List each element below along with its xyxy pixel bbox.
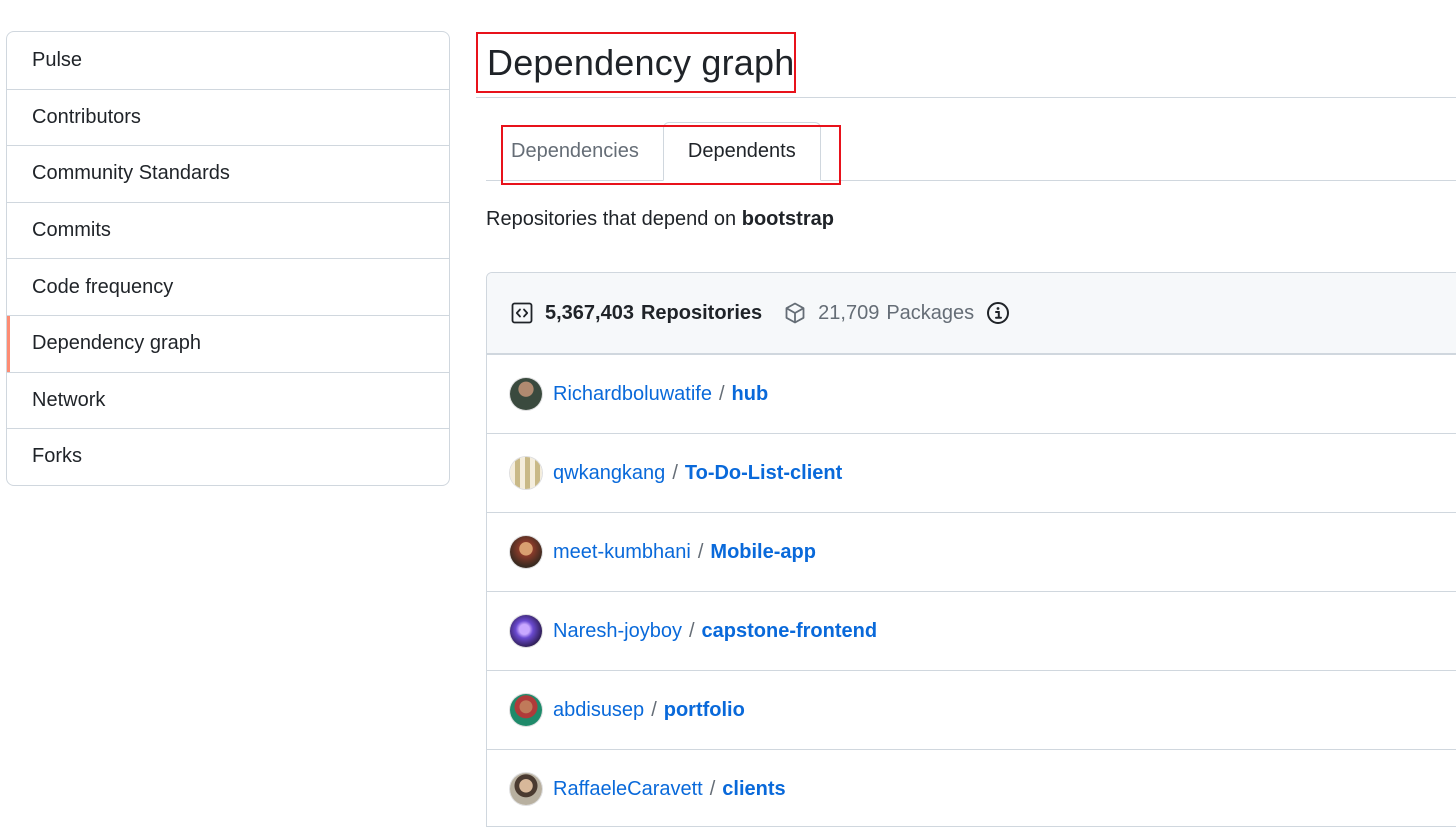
sidebar-item-contributors[interactable]: Contributors — [7, 88, 449, 146]
avatar[interactable] — [510, 378, 542, 410]
dependents-box: 5,367,403 Repositories 21,709 Packages R… — [486, 272, 1456, 827]
info-icon[interactable] — [986, 301, 1010, 325]
dependent-row: qwkangkang / To-Do-List-client — [487, 433, 1456, 512]
sidebar-item-dependency-graph[interactable]: Dependency graph — [7, 314, 449, 372]
page-title: Dependency graph — [487, 41, 795, 83]
main-content: Dependency graph Dependencies Dependents… — [476, 0, 1456, 827]
dependents-box-header: 5,367,403 Repositories 21,709 Packages — [487, 273, 1456, 354]
dependent-repo-link[interactable]: clients — [722, 778, 785, 801]
dependent-repo-link[interactable]: Mobile-app — [710, 541, 816, 564]
dependent-owner-link[interactable]: meet-kumbhani — [553, 541, 691, 564]
dependent-row: abdisusep / portfolio — [487, 670, 1456, 749]
dependent-owner-link[interactable]: Naresh-joyboy — [553, 620, 682, 643]
owner-repo-separator: / — [697, 540, 704, 563]
packages-count: 21,709 — [818, 301, 880, 324]
dependency-tabs: Dependencies Dependents — [502, 122, 821, 181]
tab-dependencies[interactable]: Dependencies — [502, 122, 663, 181]
subtitle-package-name: bootstrap — [741, 208, 834, 230]
owner-repo-separator: / — [672, 461, 678, 484]
sidebar-item-network[interactable]: Network — [7, 371, 449, 429]
packages-label: Packages — [886, 301, 975, 324]
title-divider — [476, 97, 1456, 98]
dependent-repo-link[interactable]: capstone-frontend — [702, 620, 878, 643]
dependents-subtitle: Repositories that depend on bootstrap — [486, 208, 834, 231]
dependent-repo-link[interactable]: portfolio — [664, 699, 745, 722]
tab-dependents[interactable]: Dependents — [662, 122, 821, 181]
dependent-row: RaffaeleCaravett / clients — [487, 749, 1456, 826]
dependent-owner-link[interactable]: abdisusep — [553, 699, 644, 722]
dependent-repo-link[interactable]: To-Do-List-client — [685, 462, 842, 485]
repo-insights-sidebar: Pulse Contributors Community Standards C… — [6, 31, 450, 486]
dependent-row: meet-kumbhani / Mobile-app — [487, 512, 1456, 591]
code-square-icon — [510, 301, 534, 325]
dependent-row: Richardboluwatife / hub — [487, 354, 1456, 433]
owner-repo-separator: / — [688, 619, 695, 642]
dependent-owner-link[interactable]: qwkangkang — [553, 462, 665, 485]
subtitle-prefix: Repositories that depend on — [486, 208, 737, 230]
owner-repo-separator: / — [651, 698, 657, 721]
avatar[interactable] — [510, 457, 542, 489]
sidebar-item-community-standards[interactable]: Community Standards — [7, 145, 449, 202]
avatar[interactable] — [510, 615, 542, 647]
owner-repo-separator: / — [718, 382, 725, 405]
page-title-highlight: Dependency graph — [476, 32, 796, 93]
dependent-owner-link[interactable]: RaffaeleCaravett — [553, 778, 703, 801]
sidebar-item-pulse[interactable]: Pulse — [7, 32, 449, 89]
sidebar-item-forks[interactable]: Forks — [7, 428, 449, 485]
dependent-repo-link[interactable]: hub — [732, 383, 769, 406]
repositories-count: 5,367,403 — [545, 301, 634, 324]
sidebar-item-commits[interactable]: Commits — [7, 201, 449, 259]
avatar[interactable] — [510, 694, 542, 726]
dependent-row: Naresh-joyboy / capstone-frontend — [487, 591, 1456, 670]
dependent-owner-link[interactable]: Richardboluwatife — [553, 383, 712, 406]
package-icon — [783, 301, 807, 325]
owner-repo-separator: / — [709, 777, 716, 800]
avatar[interactable] — [510, 773, 542, 805]
repositories-filter[interactable]: 5,367,403 Repositories — [510, 301, 762, 325]
avatar[interactable] — [510, 536, 542, 568]
repositories-label: Repositories — [640, 301, 763, 324]
sidebar-item-code-frequency[interactable]: Code frequency — [7, 258, 449, 315]
packages-filter[interactable]: 21,709 Packages — [783, 301, 974, 325]
